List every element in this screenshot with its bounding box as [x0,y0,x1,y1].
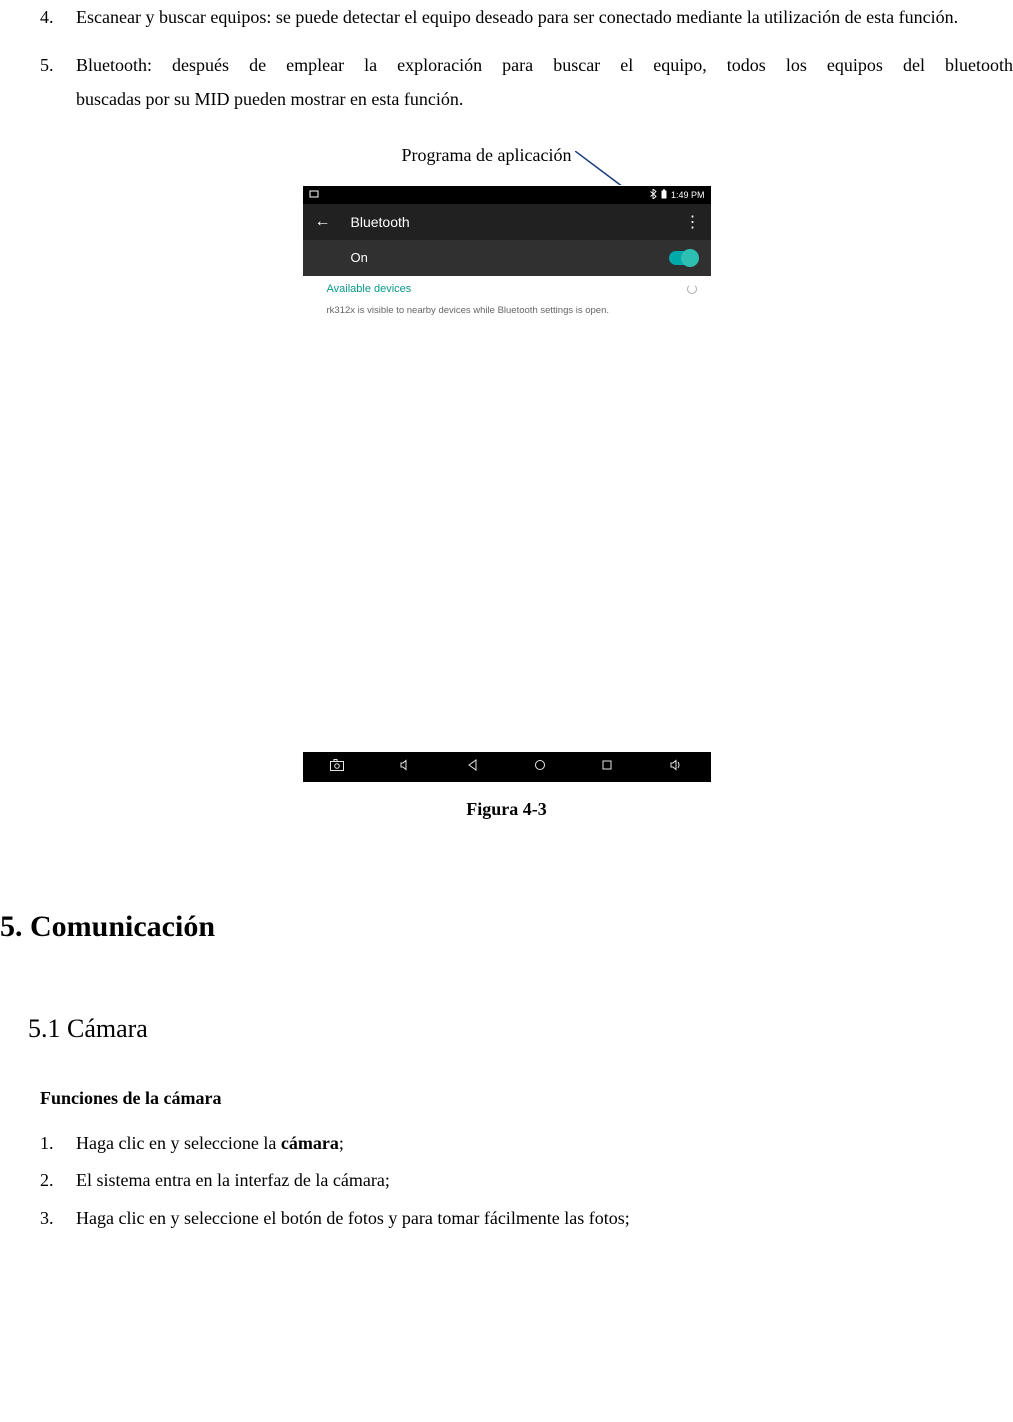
scanning-spinner-icon [687,284,697,294]
list-text: Haga clic en y seleccione el botón de fo… [76,1200,630,1238]
annotation-label: Programa de aplicación [402,145,572,166]
figure-caption: Figura 4-3 [0,799,1013,820]
bluetooth-toggle[interactable] [669,251,697,265]
bluetooth-settings-screenshot: 1:49 PM ← Bluetooth ⋮ On Available devic… [302,185,712,783]
list-text: Haga clic en y seleccione la cámara; [76,1125,344,1163]
list-item: 2. El sistema entra en la interfaz de la… [40,1162,1013,1200]
figure-annotation: Programa de aplicación [0,145,1013,175]
list-item: 3. Haga clic en y seleccione el botón de… [40,1200,1013,1238]
screen-title: Bluetooth [351,214,410,230]
android-status-bar: 1:49 PM [303,186,711,204]
list-text: El sistema entra en la interfaz de la cá… [76,1162,390,1200]
bluetooth-status-icon [650,189,657,201]
list-number: 3. [40,1200,76,1238]
bluetooth-on-label: On [351,250,368,265]
overflow-menu-icon[interactable]: ⋮ [685,212,699,232]
volume-up-nav-icon[interactable] [669,759,683,774]
app-title-bar: ← Bluetooth ⋮ [303,204,711,240]
heading-camera-functions: Funciones de la cámara [40,1088,1013,1109]
available-devices-header: Available devices [303,276,711,302]
back-nav-icon[interactable] [467,759,479,774]
bluetooth-on-row: On [303,240,711,276]
list-number: 1. [40,1125,76,1163]
screenshot-nav-icon[interactable] [330,759,344,774]
list-number: 4. [40,0,76,34]
home-nav-icon[interactable] [534,759,546,774]
list-text: Escanear y buscar equipos: se puede dete… [76,0,1013,34]
notification-icon [309,189,319,201]
list-item: 1. Haga clic en y seleccione la cámara; [40,1125,1013,1163]
back-arrow-icon[interactable]: ← [315,213,331,231]
volume-down-nav-icon[interactable] [399,759,411,774]
recents-nav-icon[interactable] [601,759,613,774]
list-text: Bluetooth: después de emplear la explora… [76,48,1013,116]
list-item: 4. Escanear y buscar equipos: se puede d… [40,0,1013,34]
heading-communication: 5. Comunicación [0,910,1013,944]
device-list-empty [303,320,711,752]
heading-camera: 5.1 Cámara [28,1014,1013,1044]
visibility-note: rk312x is visible to nearby devices whil… [303,302,711,320]
available-devices-label: Available devices [327,283,412,295]
battery-icon [661,189,667,201]
list-item: 5. Bluetooth: después de emplear la expl… [40,48,1013,116]
android-nav-bar [303,752,711,782]
status-time: 1:49 PM [671,190,705,200]
list-number: 2. [40,1162,76,1200]
list-number: 5. [40,48,76,116]
